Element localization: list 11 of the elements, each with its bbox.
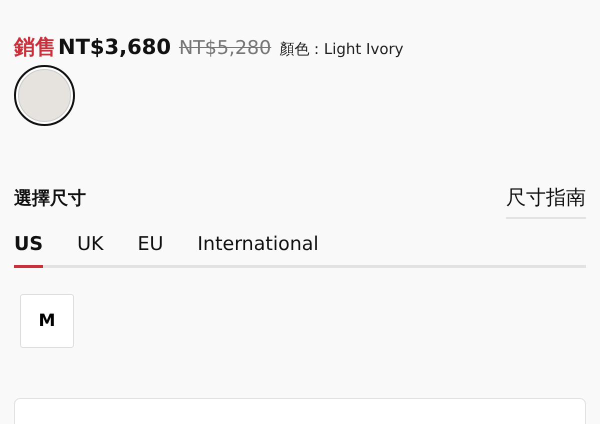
original-price: NT$5,280 — [178, 37, 272, 59]
size-system-tab[interactable]: EU — [138, 233, 164, 268]
color-label: 顏色 : Light Ivory — [279, 40, 404, 59]
size-system-tab[interactable]: US — [14, 233, 44, 268]
size-guide-link[interactable]: 尺寸指南 — [506, 184, 586, 219]
sale-price: NT$3,680 — [58, 35, 171, 59]
size-system-tab[interactable]: International — [197, 233, 319, 268]
size-option[interactable]: M — [20, 294, 74, 348]
sale-label: 銷售 — [14, 34, 56, 61]
size-system-tab[interactable]: UK — [77, 233, 104, 268]
size-section-title: 選擇尺寸 — [14, 187, 86, 210]
